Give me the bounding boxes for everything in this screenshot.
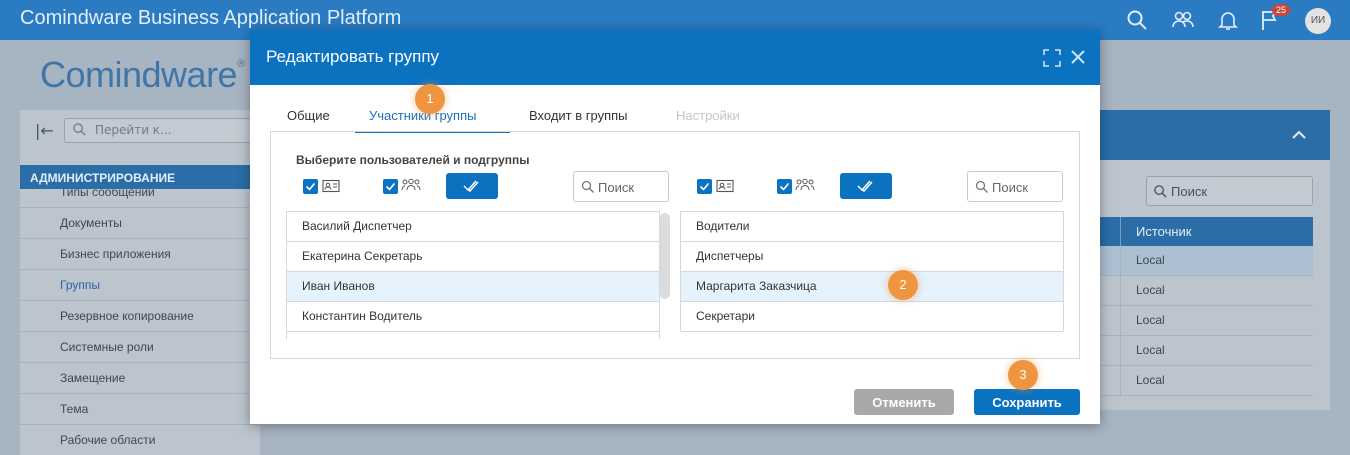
list-item[interactable]: Водители [681,212,1063,242]
tab-member-of[interactable]: Входит в группы [529,108,628,133]
table-row[interactable]: Local [1100,276,1313,306]
left-search-box[interactable] [573,171,669,202]
table-row[interactable]: Local [1100,306,1313,336]
step-marker-1: 1 [415,84,445,114]
user-card-icon [322,179,340,193]
table-cell: Local [1136,253,1165,267]
search-icon [1154,185,1167,198]
collapse-sidebar-icon[interactable]: |← [35,121,54,140]
sidebar-item-theme[interactable]: Тема [20,394,260,425]
filter-groups-checkbox[interactable] [383,179,398,194]
close-icon[interactable] [1069,48,1087,66]
sidebar-item-backup[interactable]: Резервное копирование [20,301,260,332]
list-item[interactable]: Василий Диспетчер [287,212,659,242]
search-icon [581,180,594,193]
sidebar-search[interactable]: Перейти к... [64,118,260,143]
step-marker-2: 2 [888,270,918,300]
search-icon [975,180,988,193]
filter-users-checkbox-right[interactable] [697,179,712,194]
check-icon [305,182,316,191]
table-row[interactable]: Local [1100,246,1313,276]
table-row[interactable]: Local [1100,336,1313,366]
table-cell: Local [1136,343,1165,357]
table-header: Источник [1100,217,1313,246]
column-header-source: Источник [1136,224,1192,239]
filter-users-checkbox[interactable] [303,179,318,194]
dialog-title: Редактировать группу [266,47,440,66]
check-icon [699,182,710,191]
bell-icon[interactable] [1216,8,1240,32]
groups-search-placeholder: Поиск [1171,184,1208,199]
table-cell: Local [1136,313,1165,327]
chevron-up-icon[interactable] [1290,126,1308,144]
table-cell: Local [1136,373,1165,387]
list-item[interactable]: Маргарита Заказчица [681,272,1063,302]
check-icon [779,182,790,191]
select-all-button[interactable] [446,173,498,199]
select-all-button-right[interactable] [840,173,892,199]
search-icon [73,123,86,136]
available-users-list: Василий Диспетчер Екатерина Секретарь Ив… [286,211,660,339]
sidebar-nav: Типы сообщений Документы Бизнес приложен… [20,177,260,455]
group-icon [401,178,421,191]
search-icon[interactable] [1125,8,1149,32]
dialog-header: Редактировать группу [250,30,1100,85]
selected-members-list: Водители Диспетчеры Маргарита Заказчица … [680,211,1064,332]
avatar[interactable]: ИИ [1305,8,1331,34]
filter-groups-checkbox-right[interactable] [777,179,792,194]
edit-group-dialog: Редактировать группу Общие Участники гру… [250,30,1100,424]
sidebar-item-groups[interactable]: Группы [20,270,260,301]
check-icon [385,182,396,191]
sidebar-item-substitution[interactable]: Замещение [20,363,260,394]
users-icon[interactable] [1171,8,1195,32]
logo-text: Comindware [40,54,238,95]
sidebar-item-business-apps[interactable]: Бизнес приложения [20,239,260,270]
double-check-icon [857,180,873,193]
sidebar-section-title: АДМИНИСТРИРОВАНИЕ [20,165,260,189]
user-card-icon [716,179,734,193]
list-item[interactable]: Иван Иванов [287,272,659,302]
scrollbar[interactable] [660,213,670,299]
company-logo: Comindware® [40,54,245,96]
notification-badge: 25 [1272,4,1291,16]
sidebar-search-placeholder: Перейти к... [95,123,172,137]
list-item[interactable]: Екатерина Секретарь [287,242,659,272]
list-item[interactable]: Константин Водитель [287,302,659,332]
step-marker-3: 3 [1008,360,1038,390]
app-title: Comindware Business Application Platform [20,7,402,29]
sidebar-item-documents[interactable]: Документы [20,208,260,239]
table-row[interactable]: Local [1100,366,1313,396]
left-search-input[interactable] [598,178,666,196]
list-item[interactable]: Секретари [681,302,1063,332]
right-search-box[interactable] [967,171,1063,202]
select-users-label: Выберите пользователей и подгруппы [296,153,530,167]
logo-trademark: ® [237,58,245,70]
table-cell: Local [1136,283,1165,297]
list-item[interactable]: Диспетчеры [681,242,1063,272]
tab-general[interactable]: Общие [287,108,330,133]
expand-icon[interactable] [1043,49,1061,67]
sidebar-item-system-roles[interactable]: Системные роли [20,332,260,363]
double-check-icon [463,180,479,193]
groups-search[interactable]: Поиск [1146,176,1313,206]
tab-settings: Настройки [676,108,740,123]
group-icon [795,178,815,191]
cancel-button[interactable]: Отменить [854,389,954,415]
sidebar-item-workspaces[interactable]: Рабочие области [20,425,260,455]
save-button[interactable]: Сохранить [974,389,1080,415]
groups-table: Источник Local Local Local Local Local [1100,217,1313,396]
right-search-input[interactable] [992,178,1060,196]
